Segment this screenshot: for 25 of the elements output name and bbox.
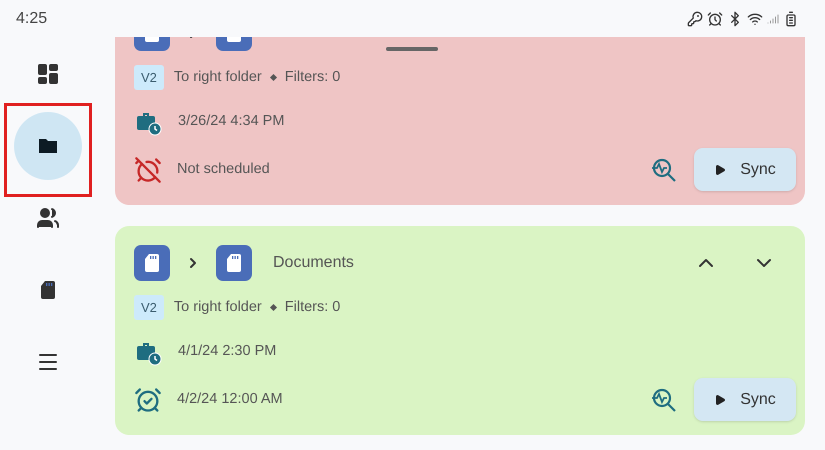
play-icon — [714, 164, 726, 176]
schedule-text: 4/2/24 12:00 AM — [177, 390, 283, 409]
people-icon — [36, 206, 60, 230]
last-sync-time: 4/1/24 2:30 PM — [178, 342, 276, 362]
bullet-icon — [270, 304, 277, 312]
schedule-text: Not scheduled — [177, 160, 270, 179]
version-badge: V2 — [134, 64, 164, 90]
sync-button[interactable]: Sync — [694, 378, 796, 421]
folder-name: Documents — [273, 253, 354, 273]
alarm-icon — [707, 10, 723, 26]
filters-count: Filters: 0 — [284, 68, 340, 87]
filters-count: Filters: 0 — [284, 298, 340, 317]
sync-mode: To right folder — [174, 298, 262, 317]
bullet-icon — [270, 74, 277, 82]
drag-handle — [386, 47, 438, 51]
sync-button[interactable]: Sync — [694, 148, 796, 191]
signal-icon — [767, 12, 779, 24]
dashboard-icon — [36, 62, 60, 86]
clock-time: 4:25 — [16, 8, 48, 28]
play-icon — [714, 394, 726, 406]
key-icon — [687, 10, 703, 26]
wifi-icon — [747, 10, 763, 26]
sync-mode: To right folder — [174, 68, 262, 87]
last-sync-time: 3/26/24 4:34 PM — [178, 112, 284, 132]
version-badge: V2 — [134, 294, 164, 320]
